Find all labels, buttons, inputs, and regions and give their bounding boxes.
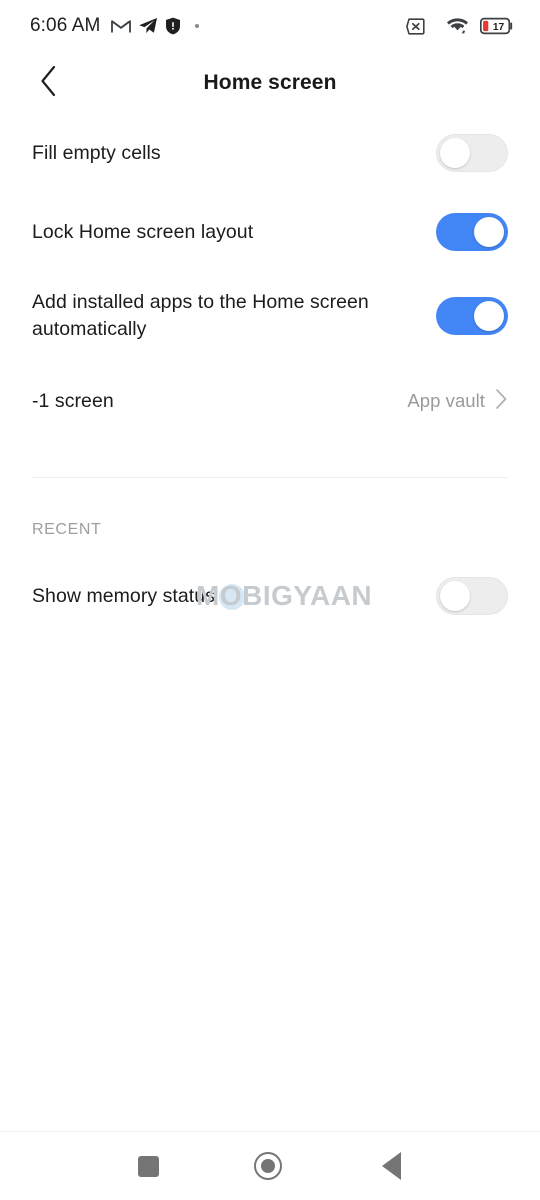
row-lock-home-screen-layout[interactable]: Lock Home screen layout xyxy=(0,192,540,272)
wifi-icon xyxy=(446,17,469,35)
chevron-right-icon xyxy=(495,388,508,415)
section-divider xyxy=(32,477,508,478)
row-label: Lock Home screen layout xyxy=(32,220,254,243)
shield-icon xyxy=(165,17,181,35)
circle-home-icon xyxy=(254,1152,282,1180)
row-value: App vault xyxy=(407,390,485,411)
row-control xyxy=(436,213,508,251)
section-header-recent: RECENT xyxy=(32,521,102,538)
row-control xyxy=(436,297,508,335)
app-header: Home screen xyxy=(0,52,540,114)
row-fill-empty-cells[interactable]: Fill empty cells xyxy=(0,114,540,192)
toggle-lock-home-screen-layout[interactable] xyxy=(436,213,508,251)
square-recents-icon xyxy=(137,1155,159,1177)
row-add-installed-apps[interactable]: Add installed apps to the Home screen au… xyxy=(0,272,540,360)
toggle-fill-empty-cells[interactable] xyxy=(436,134,508,172)
back-nav-button[interactable] xyxy=(359,1134,423,1198)
circle-home-inner xyxy=(261,1159,275,1173)
status-bar: 6:06 AM 17 xyxy=(0,0,540,52)
gmail-icon xyxy=(111,18,132,34)
row-label: Fill empty cells xyxy=(32,141,161,164)
row-control xyxy=(436,577,508,615)
row-value-group: App vault xyxy=(407,388,508,415)
toggle-knob xyxy=(474,217,504,247)
page-title: Home screen xyxy=(203,71,337,94)
toggle-knob xyxy=(440,138,470,168)
home-button[interactable] xyxy=(236,1134,300,1198)
notification-dot xyxy=(195,24,200,28)
toggle-knob xyxy=(474,301,504,331)
row-control xyxy=(436,134,508,172)
row-label: Add installed apps to the Home screen au… xyxy=(32,291,369,340)
svg-text:17: 17 xyxy=(493,22,505,33)
navigation-bar xyxy=(0,1131,540,1200)
toggle-show-memory-status[interactable] xyxy=(436,577,508,615)
status-clock: 6:06 AM xyxy=(30,15,101,36)
row-label: -1 screen xyxy=(32,389,114,412)
toggle-add-installed-apps[interactable] xyxy=(436,297,508,335)
recents-button[interactable] xyxy=(116,1134,180,1198)
row-show-memory-status[interactable]: Show memory status xyxy=(0,565,540,627)
no-sim-icon xyxy=(406,17,428,35)
row-label: Show memory status xyxy=(32,584,215,607)
triangle-back-icon xyxy=(381,1152,401,1180)
chevron-left-icon xyxy=(39,65,59,102)
battery-icon: 17 xyxy=(480,17,514,35)
row-minus-one-screen[interactable]: -1 screen App vault xyxy=(0,360,540,442)
status-bar-left: 6:06 AM xyxy=(30,15,200,37)
status-bar-right: 17 xyxy=(399,17,514,35)
back-button[interactable] xyxy=(22,56,76,110)
toggle-knob xyxy=(440,581,470,611)
telegram-icon xyxy=(138,17,158,35)
settings-list: Fill empty cells Lock Home screen layout… xyxy=(0,114,540,442)
